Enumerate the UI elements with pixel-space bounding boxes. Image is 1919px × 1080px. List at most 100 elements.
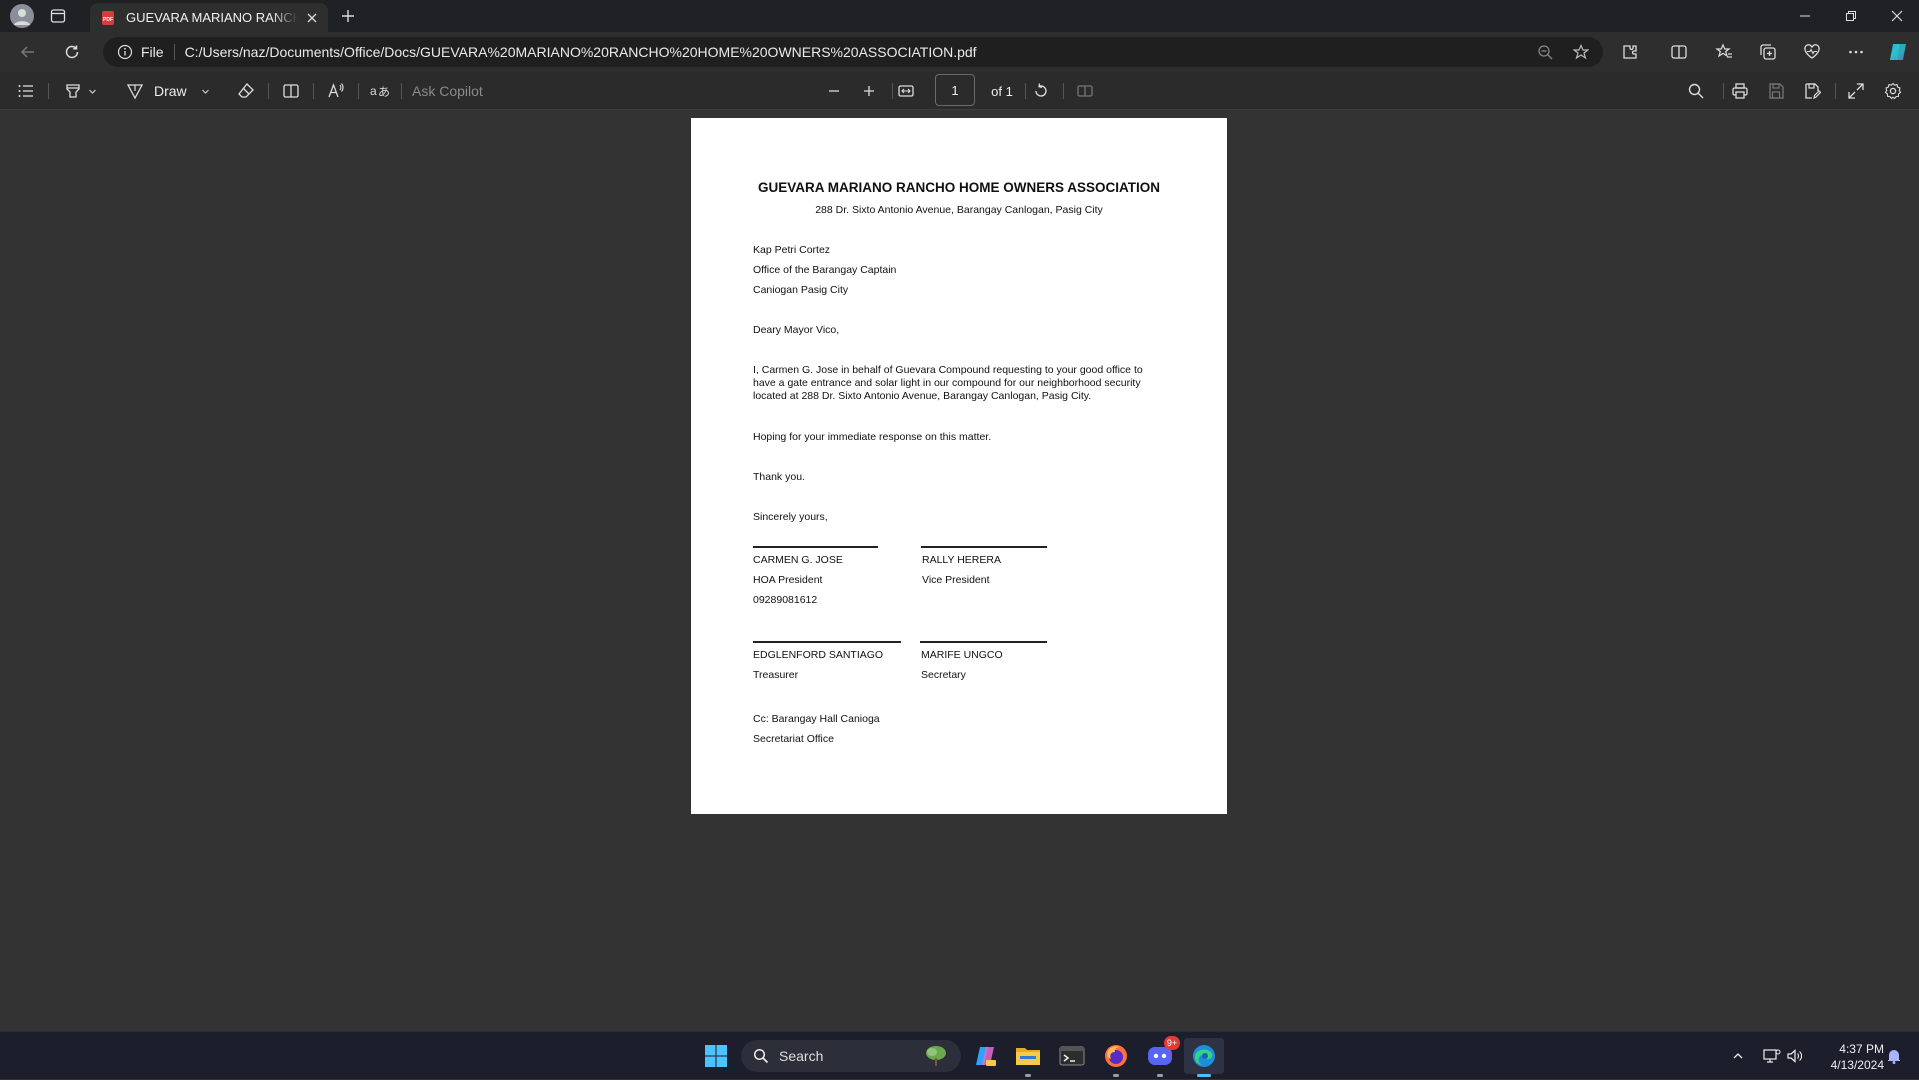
divider xyxy=(48,83,49,99)
recipient-line: Kap Petri Cortez xyxy=(753,244,831,256)
collections-icon[interactable] xyxy=(1752,38,1784,66)
running-indicator xyxy=(1113,1074,1119,1077)
divider xyxy=(1063,83,1064,99)
more-options-icon[interactable] xyxy=(1840,38,1872,66)
minimize-icon[interactable] xyxy=(1782,0,1828,32)
svg-text:PDF: PDF xyxy=(103,17,113,23)
divider xyxy=(401,83,402,99)
running-indicator xyxy=(1025,1074,1031,1077)
highlighter-icon xyxy=(64,82,82,100)
divider xyxy=(268,83,269,99)
copilot-icon[interactable] xyxy=(1882,38,1914,66)
signatory-role: HOA President xyxy=(753,574,823,586)
extensions-icon[interactable] xyxy=(1614,38,1646,66)
copilot-taskbar-icon[interactable] xyxy=(966,1038,1006,1074)
close-window-icon[interactable] xyxy=(1874,0,1919,32)
recipient-line: Caniogan Pasig City xyxy=(753,284,849,296)
start-button[interactable] xyxy=(696,1038,736,1074)
chevron-down-icon[interactable] xyxy=(201,87,210,96)
page-total: of 1 xyxy=(991,83,1013,99)
cc-line: Secretariat Office xyxy=(753,733,834,745)
draw-label: Draw xyxy=(154,83,187,99)
svg-text:あ: あ xyxy=(378,85,390,99)
favorite-star-icon[interactable] xyxy=(1573,44,1589,60)
discord-icon[interactable]: 9+ xyxy=(1140,1036,1180,1077)
two-page-view-icon[interactable] xyxy=(277,77,305,105)
rotate-icon[interactable] xyxy=(1027,77,1055,105)
page-view-icon[interactable] xyxy=(1071,77,1099,105)
ask-copilot-button[interactable]: Ask Copilot xyxy=(412,77,522,105)
browser-essentials-icon[interactable] xyxy=(1796,38,1828,66)
notifications-bell-icon[interactable] xyxy=(1886,1032,1902,1080)
clock-time: 4:37 PM xyxy=(1839,1042,1884,1056)
signature-line xyxy=(921,546,1047,548)
search-placeholder: Search xyxy=(779,1048,824,1064)
edge-icon[interactable] xyxy=(1184,1038,1224,1077)
profile-avatar[interactable] xyxy=(10,4,34,28)
clock-date: 4/13/2024 xyxy=(1830,1058,1884,1072)
pdf-icon: PDF xyxy=(100,10,116,26)
salutation: Deary Mayor Vico, xyxy=(753,324,840,336)
translate-icon[interactable]: aあ xyxy=(366,77,394,105)
page-number-input[interactable]: 1 xyxy=(935,74,975,106)
terminal-icon[interactable] xyxy=(1052,1038,1092,1074)
search-icon[interactable] xyxy=(1682,77,1710,105)
signatory-name: CARMEN G. JOSE xyxy=(753,554,843,566)
signature-line xyxy=(920,641,1047,643)
close-tab-icon[interactable] xyxy=(306,12,318,24)
draw-tool-button[interactable]: Draw xyxy=(126,77,216,105)
contents-list-icon[interactable] xyxy=(13,77,39,105)
file-explorer-icon[interactable] xyxy=(1008,1038,1048,1077)
fit-to-width-icon[interactable] xyxy=(892,77,920,105)
signature-line xyxy=(753,641,901,643)
network-icon[interactable] xyxy=(1763,1032,1781,1080)
favorites-icon[interactable] xyxy=(1708,38,1740,66)
settings-icon[interactable] xyxy=(1879,77,1907,105)
active-indicator xyxy=(1197,1074,1211,1077)
firefox-icon[interactable] xyxy=(1096,1038,1136,1077)
highlight-tool-button[interactable] xyxy=(58,77,102,105)
thanks: Thank you. xyxy=(753,471,805,483)
read-aloud-icon[interactable] xyxy=(322,77,350,105)
split-screen-icon[interactable] xyxy=(1663,38,1695,66)
tab-title: GUEVARA MARIANO RANCHO HOME OWNERS ASSOC… xyxy=(126,10,298,25)
chevron-down-icon[interactable] xyxy=(88,87,97,96)
info-icon[interactable] xyxy=(117,44,133,60)
divider xyxy=(313,83,314,99)
url-text[interactable]: C:/Users/naz/Documents/Office/Docs/GUEVA… xyxy=(185,44,977,60)
active-tab[interactable]: PDF GUEVARA MARIANO RANCHO HOME OWNERS A… xyxy=(90,3,328,32)
save-icon[interactable] xyxy=(1762,77,1790,105)
pen-icon xyxy=(126,82,144,100)
refresh-icon[interactable] xyxy=(56,38,88,66)
pdf-toolbar: Draw aあ Ask Copilot 1 of 1 xyxy=(0,72,1919,110)
running-indicator xyxy=(1157,1074,1163,1077)
divider xyxy=(358,83,359,99)
closing-request: Hoping for your immediate response on th… xyxy=(753,431,992,443)
save-as-icon[interactable] xyxy=(1798,77,1826,105)
volume-icon[interactable] xyxy=(1786,1032,1804,1080)
pdf-page: GUEVARA MARIANO RANCHO HOME OWNERS ASSOC… xyxy=(691,118,1227,814)
signatory-phone: 09289081612 xyxy=(753,594,818,606)
recipient-line: Office of the Barangay Captain xyxy=(753,264,897,276)
tab-actions-icon[interactable] xyxy=(50,8,66,24)
zoom-out-icon[interactable] xyxy=(820,77,848,105)
body-paragraph: I, Carmen G. Jose in behalf of Guevara C… xyxy=(753,364,1143,402)
eraser-icon[interactable] xyxy=(232,77,260,105)
zoom-out-icon[interactable] xyxy=(1537,44,1553,60)
signature-line xyxy=(753,546,878,548)
cc-line: Cc: Barangay Hall Canioga xyxy=(753,713,880,725)
show-hidden-icons-chevron-up-icon[interactable] xyxy=(1732,1032,1744,1080)
search-highlight-icon xyxy=(923,1044,949,1068)
fullscreen-icon[interactable] xyxy=(1842,77,1870,105)
zoom-in-icon[interactable] xyxy=(855,77,883,105)
restore-icon[interactable] xyxy=(1828,0,1874,32)
taskbar: Search 9+ 4:37 PM 4/13/2024 xyxy=(0,1031,1919,1079)
new-tab-icon[interactable] xyxy=(340,8,356,24)
address-bar[interactable]: File C:/Users/naz/Documents/Office/Docs/… xyxy=(103,37,1603,67)
pdf-viewer[interactable]: GUEVARA MARIANO RANCHO HOME OWNERS ASSOC… xyxy=(0,111,1919,1031)
taskbar-search[interactable]: Search xyxy=(741,1040,961,1072)
print-icon[interactable] xyxy=(1726,77,1754,105)
document-address: 288 Dr. Sixto Antonio Avenue, Barangay C… xyxy=(815,204,1103,216)
back-icon[interactable] xyxy=(12,38,44,66)
system-clock[interactable]: 4:37 PM 4/13/2024 xyxy=(1810,1041,1884,1073)
